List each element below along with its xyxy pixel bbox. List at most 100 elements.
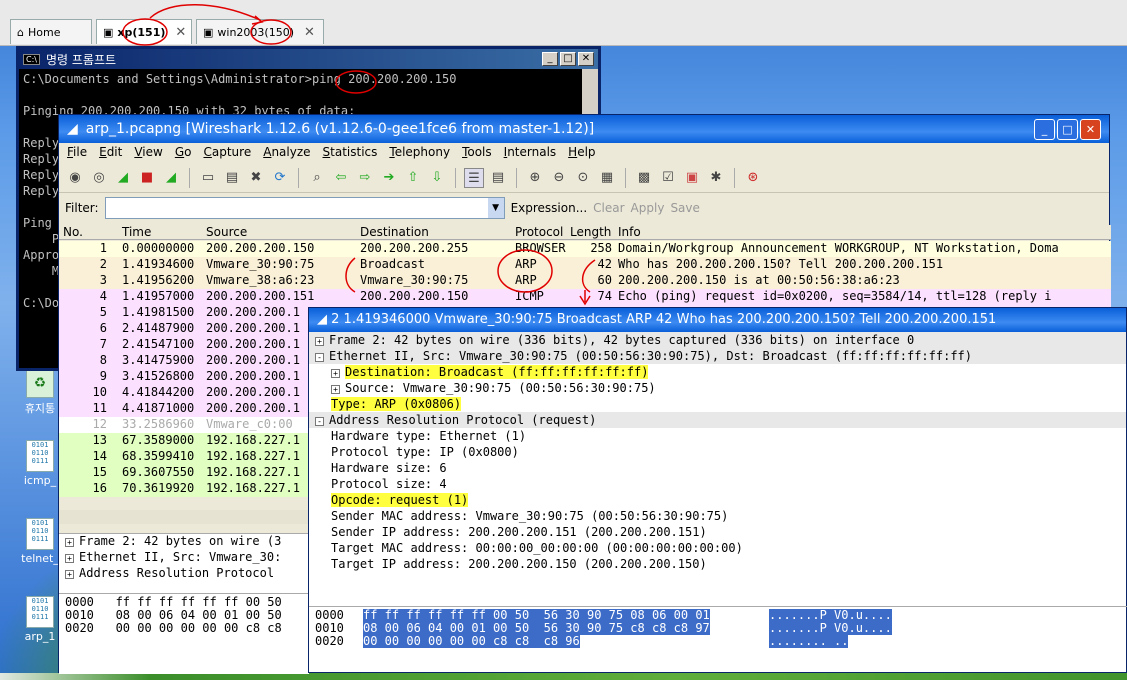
menu-item-telephony[interactable]: Telephony [389, 145, 450, 161]
tree-node[interactable]: Opcode: request (1) [309, 492, 1126, 508]
close-icon[interactable]: ✕ [175, 25, 186, 40]
tree-node[interactable]: + Frame 2: 42 bytes on wire (336 bits), 4… [309, 332, 1126, 348]
packet-window-title-bar[interactable]: ◢ 2 1.419346000 Vmware_30:90:75 Broadcas… [309, 308, 1126, 332]
last-packet-icon[interactable]: ⇩ [427, 168, 447, 188]
tree-node[interactable]: - Address Resolution Protocol (request) [309, 412, 1126, 428]
tree-node[interactable]: - Ethernet II, Src: Vmware_30:90:75 (00:5… [309, 348, 1126, 364]
menu-item-help[interactable]: Help [568, 145, 595, 161]
expand-toggle[interactable]: + [331, 369, 340, 378]
wireshark-title-bar[interactable]: ◢ arp_1.pcapng [Wireshark 1.12.6 (v1.12.… [59, 115, 1109, 143]
menu-item-statistics[interactable]: Statistics [323, 145, 378, 161]
column-header-info[interactable]: Info [618, 225, 641, 239]
close-file-icon[interactable]: ✖ [246, 168, 266, 188]
close-button[interactable]: ✕ [1080, 118, 1101, 140]
detail-line[interactable]: + Ethernet II, Src: Vmware_30: [59, 550, 309, 566]
hex-bytes[interactable]: 00 00 00 00 00 00 c8 c8 c8 96 [363, 635, 580, 648]
packet-details-pane[interactable]: + Frame 2: 42 bytes on wire (3 + Ethernet … [59, 533, 309, 593]
interfaces-icon[interactable]: ◉ [65, 168, 85, 188]
menu-item-tools[interactable]: Tools [462, 145, 492, 161]
minimize-button[interactable]: _ [542, 52, 558, 66]
menu-item-view[interactable]: View [134, 145, 162, 161]
horizontal-scrollbar[interactable] [59, 510, 309, 524]
protocol-tree[interactable]: + Frame 2: 42 bytes on wire (336 bits), 4… [309, 332, 1126, 572]
zoom-in-icon[interactable]: ⊕ [525, 168, 545, 188]
clear-button[interactable]: Clear [593, 201, 624, 215]
coloring-rules-icon[interactable]: ▣ [682, 168, 702, 188]
minimize-button[interactable]: _ [1034, 118, 1055, 140]
close-icon[interactable]: ✕ [304, 25, 315, 40]
options-icon[interactable]: ◎ [89, 168, 109, 188]
collapse-toggle[interactable]: - [315, 417, 324, 426]
go-back-icon[interactable]: ⇦ [331, 168, 351, 188]
expand-toggle[interactable]: + [65, 538, 74, 547]
preferences-icon[interactable]: ✱ [706, 168, 726, 188]
reload-icon[interactable]: ⟳ [270, 168, 290, 188]
open-icon[interactable]: ▭ [198, 168, 218, 188]
tree-node[interactable]: Type: ARP (0x0806) [309, 396, 1126, 412]
column-header-time[interactable]: Time [122, 225, 151, 239]
column-header-source[interactable]: Source [206, 225, 247, 239]
packet-bytes-pane[interactable]: 0000 ff ff ff ff ff ff 00 50 56 30 90 75 … [309, 606, 1127, 674]
stop-capture-icon[interactable]: ■ [137, 168, 157, 188]
menu-item-capture[interactable]: Capture [203, 145, 251, 161]
detail-line[interactable]: + Address Resolution Protocol [59, 566, 309, 582]
hex-ascii[interactable]: ........ .. [769, 635, 849, 648]
first-packet-icon[interactable]: ⇧ [403, 168, 423, 188]
chevron-down-icon[interactable]: ▼ [487, 198, 504, 218]
tree-node[interactable]: Protocol type: IP (0x0800) [309, 444, 1126, 460]
menu-item-internals[interactable]: Internals [504, 145, 557, 161]
menu-item-edit[interactable]: Edit [99, 145, 122, 161]
packet-row[interactable]: 1 0.00000000 200.200.200.150 200.200.200.25… [59, 241, 1111, 257]
column-header-destination[interactable]: Destination [360, 225, 429, 239]
tab-win2003[interactable]: ▣ win2003(150) ✕ [196, 19, 324, 44]
tree-node[interactable]: Sender MAC address: Vmware_30:90:75 (00:… [309, 508, 1126, 524]
detail-line[interactable]: + Frame 2: 42 bytes on wire (3 [59, 534, 309, 550]
tree-node[interactable]: + Source: Vmware_30:90:75 (00:50:56:30:90… [309, 380, 1126, 396]
filter-input[interactable]: ▼ [104, 197, 505, 219]
maximize-button[interactable]: □ [1057, 118, 1078, 140]
apply-button[interactable]: Apply [631, 201, 665, 215]
packet-row[interactable]: 3 1.41956200 Vmware_38:a6:23 Vmware_30:90:7… [59, 273, 1111, 289]
menu-item-go[interactable]: Go [175, 145, 192, 161]
expression-button[interactable]: Expression... [511, 201, 588, 215]
capture-filters-icon[interactable]: ▩ [634, 168, 654, 188]
menu-item-analyze[interactable]: Analyze [263, 145, 310, 161]
cmd-title-bar[interactable]: C:\ 명령 프롬프트 _ □ ✕ [19, 49, 598, 69]
tab-xp[interactable]: ▣ xp(151) ✕ [96, 19, 192, 44]
expand-toggle[interactable]: + [315, 337, 324, 346]
tree-node[interactable]: Hardware type: Ethernet (1) [309, 428, 1126, 444]
packet-detail-window[interactable]: ◢ 2 1.419346000 Vmware_30:90:75 Broadcas… [308, 307, 1127, 673]
save-button[interactable]: Save [670, 201, 699, 215]
close-button[interactable]: ✕ [578, 52, 594, 66]
menu-item-file[interactable]: File [67, 145, 87, 161]
packet-row[interactable]: 4 1.41957000 200.200.200.151 200.200.200.15… [59, 289, 1111, 305]
column-header-protocol[interactable]: Protocol [515, 225, 563, 239]
tree-node[interactable]: Protocol size: 4 [309, 476, 1126, 492]
zoom-out-icon[interactable]: ⊖ [549, 168, 569, 188]
expand-toggle[interactable]: + [65, 570, 74, 579]
normal-size-icon[interactable]: ⊙ [573, 168, 593, 188]
tree-node[interactable]: Target MAC address: 00:00:00_00:00:00 (0… [309, 540, 1126, 556]
colorize-icon[interactable]: ☰ [464, 167, 484, 188]
tree-node[interactable]: Target IP address: 200.200.200.150 (200.… [309, 556, 1126, 572]
maximize-button[interactable]: □ [560, 52, 576, 66]
packet-row[interactable]: 2 1.41934600 Vmware_30:90:75 Broadcast ARP 42… [59, 257, 1111, 273]
column-header-no[interactable]: No. [63, 225, 83, 239]
display-filters-icon[interactable]: ☑ [658, 168, 678, 188]
expand-toggle[interactable]: + [65, 554, 74, 563]
find-icon[interactable]: ⌕ [307, 168, 327, 188]
tree-node[interactable]: + Destination: Broadcast (ff:ff:ff:ff:ff:… [309, 364, 1126, 380]
restart-capture-icon[interactable]: ◢ [161, 168, 181, 188]
packet-bytes-pane[interactable]: 0000 ff ff ff ff ff ff 00 50 0010 08 00 0… [59, 593, 309, 674]
resize-columns-icon[interactable]: ▦ [597, 168, 617, 188]
column-header-length[interactable]: Length [570, 225, 611, 239]
start-capture-icon[interactable]: ◢ [113, 168, 133, 188]
go-forward-icon[interactable]: ⇨ [355, 168, 375, 188]
tree-node[interactable]: Hardware size: 6 [309, 460, 1126, 476]
go-to-packet-icon[interactable]: ➔ [379, 168, 399, 188]
save-icon[interactable]: ▤ [222, 168, 242, 188]
auto-scroll-icon[interactable]: ▤ [488, 168, 508, 188]
collapse-toggle[interactable]: - [315, 353, 324, 362]
tree-node[interactable]: Sender IP address: 200.200.200.151 (200.… [309, 524, 1126, 540]
help-icon[interactable]: ⊛ [743, 168, 763, 188]
